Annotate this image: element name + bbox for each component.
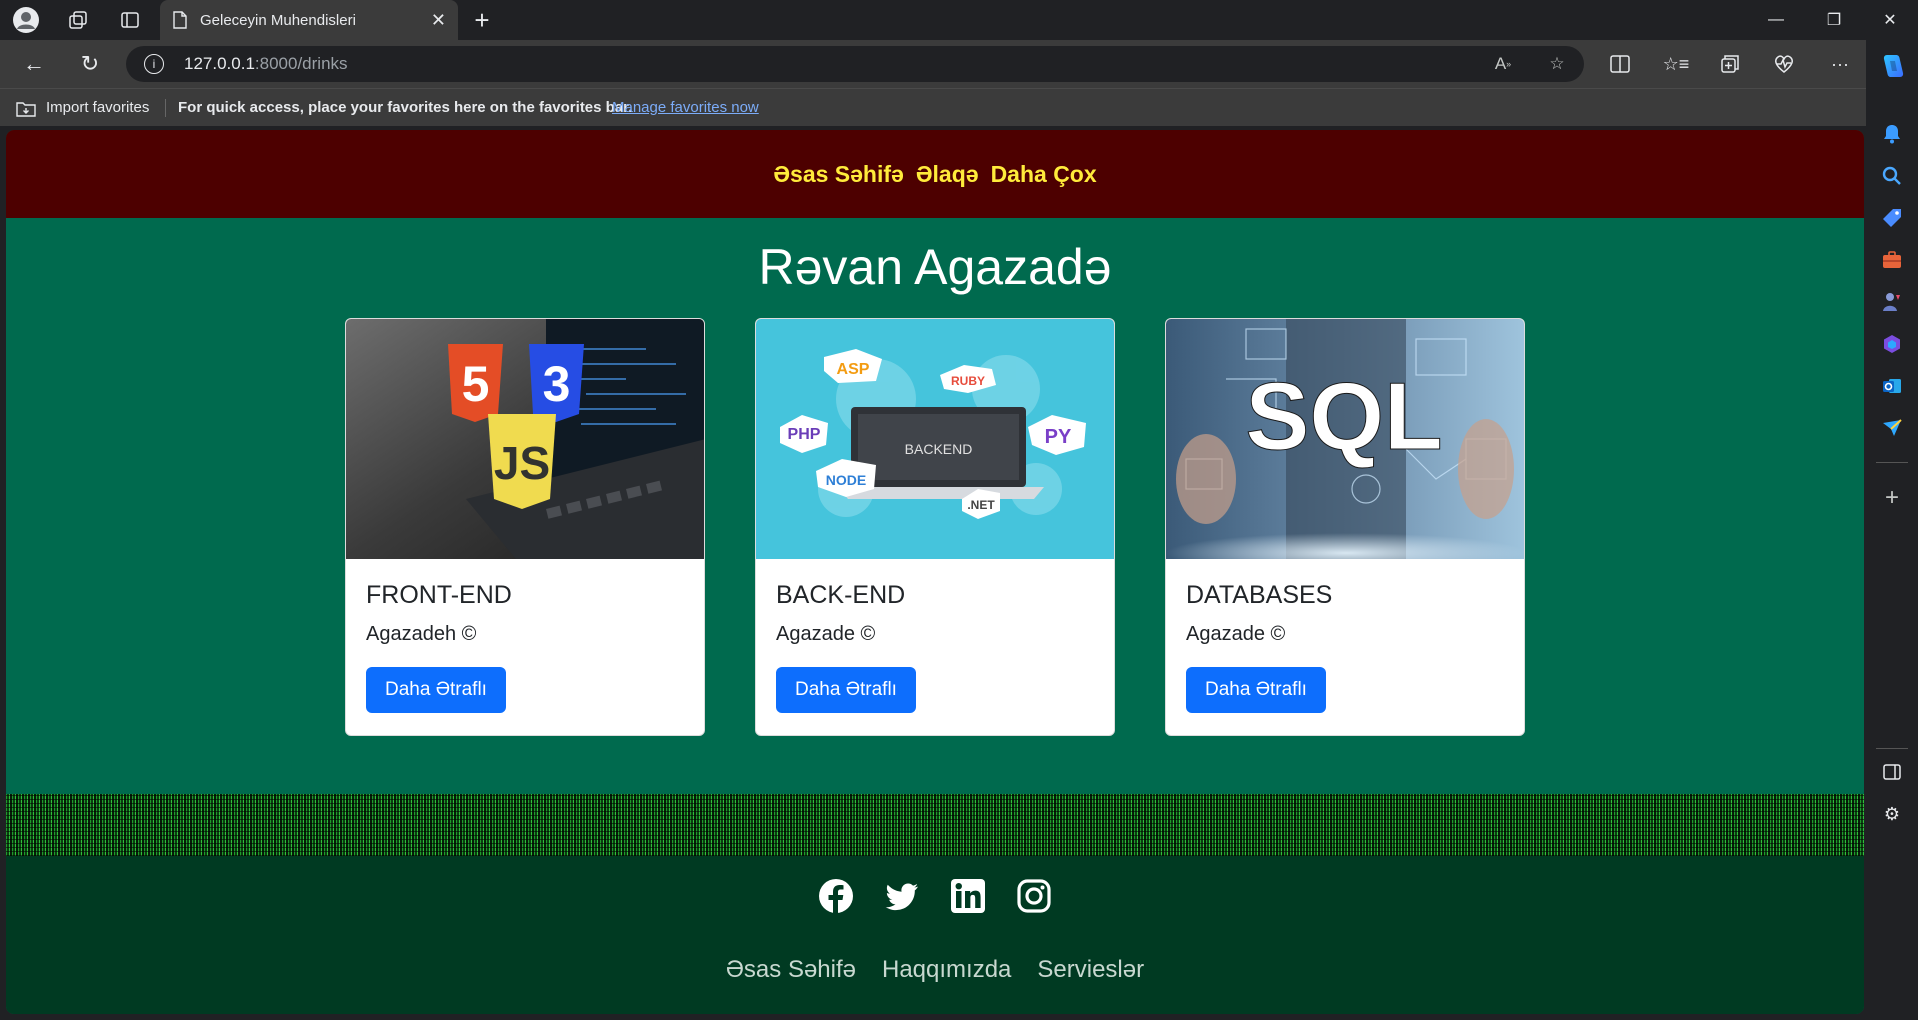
- frontend-image: 5 3 JS: [346, 319, 704, 559]
- linkedin-icon[interactable]: [950, 878, 986, 914]
- css3-glyph: 3: [543, 356, 571, 412]
- manage-favorites-link[interactable]: Manage favorites now: [612, 99, 759, 116]
- tools-briefcase-icon[interactable]: [1878, 246, 1906, 274]
- nav-home-link[interactable]: Əsas Səhifə: [773, 161, 904, 188]
- hide-sidebar-icon[interactable]: [1878, 758, 1906, 786]
- backend-card: BACKEND ASP RUBY PHP PY NODE .NET BACK-E…: [755, 318, 1115, 736]
- backend-glyph: BACKEND: [905, 441, 973, 457]
- favorites-message: For quick access, place your favorites h…: [178, 99, 633, 116]
- card-text: Agazade ©: [776, 623, 876, 645]
- sql-glyph: SQL: [1245, 363, 1442, 470]
- instagram-icon[interactable]: [1016, 878, 1052, 914]
- details-button[interactable]: Daha Ətraflı: [1186, 667, 1326, 713]
- html5-glyph: 5: [462, 356, 490, 412]
- url-path: :8000/drinks: [254, 54, 348, 73]
- settings-gear-icon[interactable]: ⚙: [1878, 800, 1906, 828]
- games-icon[interactable]: [1878, 288, 1906, 316]
- import-icon: [16, 101, 36, 117]
- read-aloud-icon[interactable]: A»: [1488, 46, 1518, 82]
- back-icon[interactable]: ←: [14, 40, 54, 88]
- sidebar-divider-bottom: [1876, 748, 1908, 749]
- frontend-card: 5 3 JS FRONT-END Agazadeh © Daha Ətraflı: [345, 318, 705, 736]
- new-tab-icon[interactable]: +: [468, 6, 496, 34]
- minimize-icon[interactable]: —: [1748, 0, 1804, 40]
- matrix-code-banner: [6, 794, 1864, 856]
- twitter-icon[interactable]: [884, 878, 920, 914]
- card-title: BACK-END: [776, 581, 906, 609]
- backend-image: BACKEND ASP RUBY PHP PY NODE .NET: [756, 319, 1114, 559]
- collections-icon[interactable]: [1708, 40, 1752, 88]
- social-links: [6, 878, 1864, 914]
- add-sidebar-app-icon[interactable]: +: [1878, 484, 1906, 512]
- js-glyph: JS: [494, 437, 550, 489]
- outlook-icon[interactable]: [1878, 372, 1906, 400]
- tab-close-icon[interactable]: ✕: [431, 10, 446, 31]
- search-icon[interactable]: [1878, 162, 1906, 190]
- page-title: Rəvan Agazadə: [758, 239, 1112, 295]
- footer-links: Əsas Səhifə Haqqımızda Servieslər: [6, 956, 1864, 984]
- split-screen-icon[interactable]: [1598, 40, 1642, 88]
- import-favorites-label: Import favorites: [46, 99, 150, 116]
- profile-avatar-icon[interactable]: [12, 6, 40, 34]
- close-window-icon[interactable]: ✕: [1862, 0, 1918, 40]
- url-host: 127.0.0.1: [184, 54, 255, 73]
- databases-image: SQL: [1166, 319, 1524, 559]
- send-icon[interactable]: [1878, 414, 1906, 442]
- active-tab[interactable]: Geleceyin Muhendisleri ✕: [160, 0, 458, 40]
- php-glyph: PHP: [788, 426, 821, 443]
- notifications-bell-icon[interactable]: [1878, 120, 1906, 148]
- sidebar-divider: [1876, 462, 1908, 463]
- card-title: FRONT-END: [366, 581, 512, 609]
- node-glyph: NODE: [826, 472, 866, 488]
- microsoft-365-icon[interactable]: [1878, 330, 1906, 358]
- card-text: Agazade ©: [1186, 623, 1286, 645]
- restore-icon[interactable]: ❐: [1806, 0, 1862, 40]
- favorite-star-icon[interactable]: ☆: [1542, 46, 1572, 82]
- favorites-icon[interactable]: ☆≡: [1654, 40, 1698, 88]
- site-navbar: Əsas Səhifə Əlaqə Daha Çox: [6, 130, 1864, 218]
- site-footer: Əsas Səhifə Haqqımızda Servieslər: [6, 856, 1864, 1014]
- footer-home-link[interactable]: Əsas Səhifə: [726, 956, 856, 984]
- shopping-tag-icon[interactable]: [1878, 204, 1906, 232]
- details-button[interactable]: Daha Ətraflı: [366, 667, 506, 713]
- nav-more-link[interactable]: Daha Çox: [991, 161, 1097, 188]
- favorites-bar: Import favorites For quick access, place…: [0, 88, 1918, 126]
- details-button[interactable]: Daha Ətraflı: [776, 667, 916, 713]
- card-text: Agazadeh ©: [366, 623, 477, 645]
- address-bar[interactable]: i 127.0.0.1:8000/drinks A» ☆: [126, 46, 1584, 82]
- vertical-tabs-icon[interactable]: [116, 6, 144, 34]
- address-toolbar: ← ↻ i 127.0.0.1:8000/drinks A» ☆ ☆≡ ···: [0, 40, 1918, 88]
- import-favorites-button[interactable]: Import favorites: [16, 99, 149, 117]
- edge-sidebar: + ⚙: [1866, 40, 1918, 1020]
- ruby-glyph: RUBY: [951, 374, 985, 388]
- footer-services-link[interactable]: Servieslər: [1037, 956, 1144, 984]
- page-icon: [173, 11, 187, 29]
- py-glyph: PY: [1045, 426, 1072, 448]
- browser-essentials-icon[interactable]: [1762, 40, 1806, 88]
- asp-glyph: ASP: [837, 361, 870, 378]
- footer-about-link[interactable]: Haqqımızda: [882, 956, 1011, 984]
- card-title: DATABASES: [1186, 581, 1333, 609]
- refresh-icon[interactable]: ↻: [70, 40, 110, 88]
- favorites-divider: [165, 99, 166, 117]
- web-page: Əsas Səhifə Əlaqə Daha Çox Rəvan Agazadə…: [6, 130, 1864, 1014]
- browser-titlebar: Geleceyin Muhendisleri ✕ + — ❐ ✕: [0, 0, 1918, 40]
- more-options-icon[interactable]: ···: [1818, 40, 1862, 88]
- copilot-icon[interactable]: [1878, 52, 1906, 80]
- dotnet-glyph: .NET: [967, 498, 995, 512]
- tab-title: Geleceyin Muhendisleri: [200, 11, 356, 29]
- workspaces-icon[interactable]: [64, 6, 92, 34]
- databases-card: SQL DATABASES Agazade © Daha Ətraflı: [1165, 318, 1525, 736]
- nav-contact-link[interactable]: Əlaqə: [916, 161, 979, 188]
- site-info-icon[interactable]: i: [144, 54, 164, 74]
- facebook-icon[interactable]: [818, 878, 854, 914]
